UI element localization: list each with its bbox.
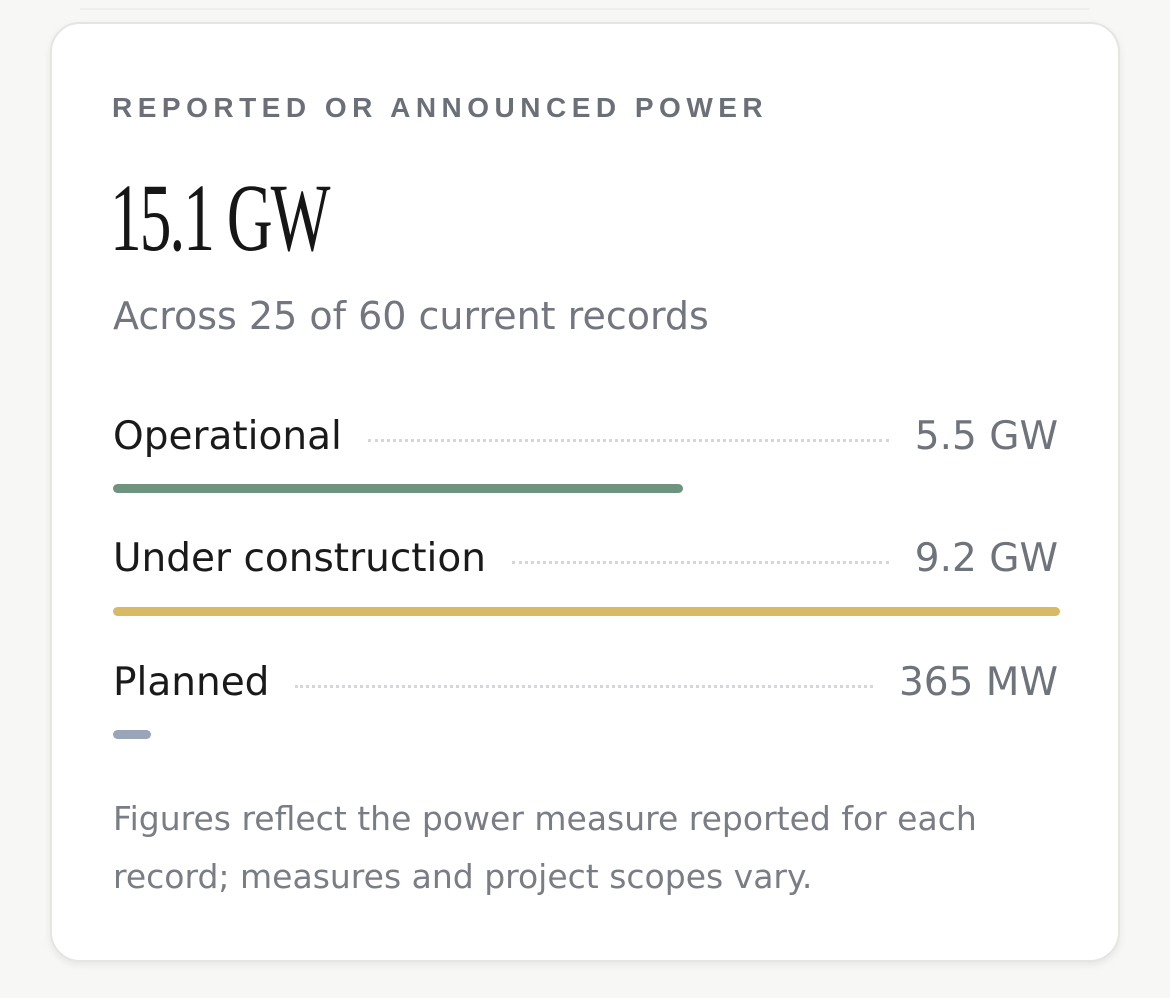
- progress-fill: [113, 730, 151, 739]
- dotted-leader: [295, 684, 873, 688]
- breakdown-label: Under construction: [113, 535, 486, 581]
- breakdown-value: 9.2 GW: [914, 535, 1058, 581]
- dotted-leader: [367, 438, 889, 442]
- breakdown-row-under-construction: Under construction 9.2 GW: [113, 528, 1058, 588]
- breakdown-label: Operational: [113, 413, 342, 459]
- power-summary-card: REPORTED OR ANNOUNCED POWER 15.1 GW Acro…: [50, 22, 1120, 962]
- progress-bar-under-construction: [113, 607, 1060, 616]
- breakdown-value: 5.5 GW: [914, 413, 1058, 459]
- breakdown-row-planned: Planned 365 MW: [113, 652, 1058, 712]
- progress-fill: [113, 484, 684, 493]
- records-subtitle: Across 25 of 60 current records: [113, 294, 709, 338]
- breakdown-row-operational: Operational 5.5 GW: [113, 406, 1058, 466]
- progress-bar-operational: [113, 484, 1060, 493]
- progress-bar-planned: [113, 730, 1060, 739]
- progress-fill: [113, 607, 1060, 616]
- breakdown-value: 365 MW: [898, 659, 1058, 705]
- dotted-leader: [511, 560, 889, 564]
- breakdown-label: Planned: [113, 659, 270, 705]
- top-divider: [80, 8, 1090, 10]
- footnote: Figures reflect the power measure report…: [113, 799, 977, 896]
- card-eyebrow: REPORTED OR ANNOUNCED POWER: [112, 92, 769, 123]
- total-power-value: 15.1 GW: [110, 164, 330, 271]
